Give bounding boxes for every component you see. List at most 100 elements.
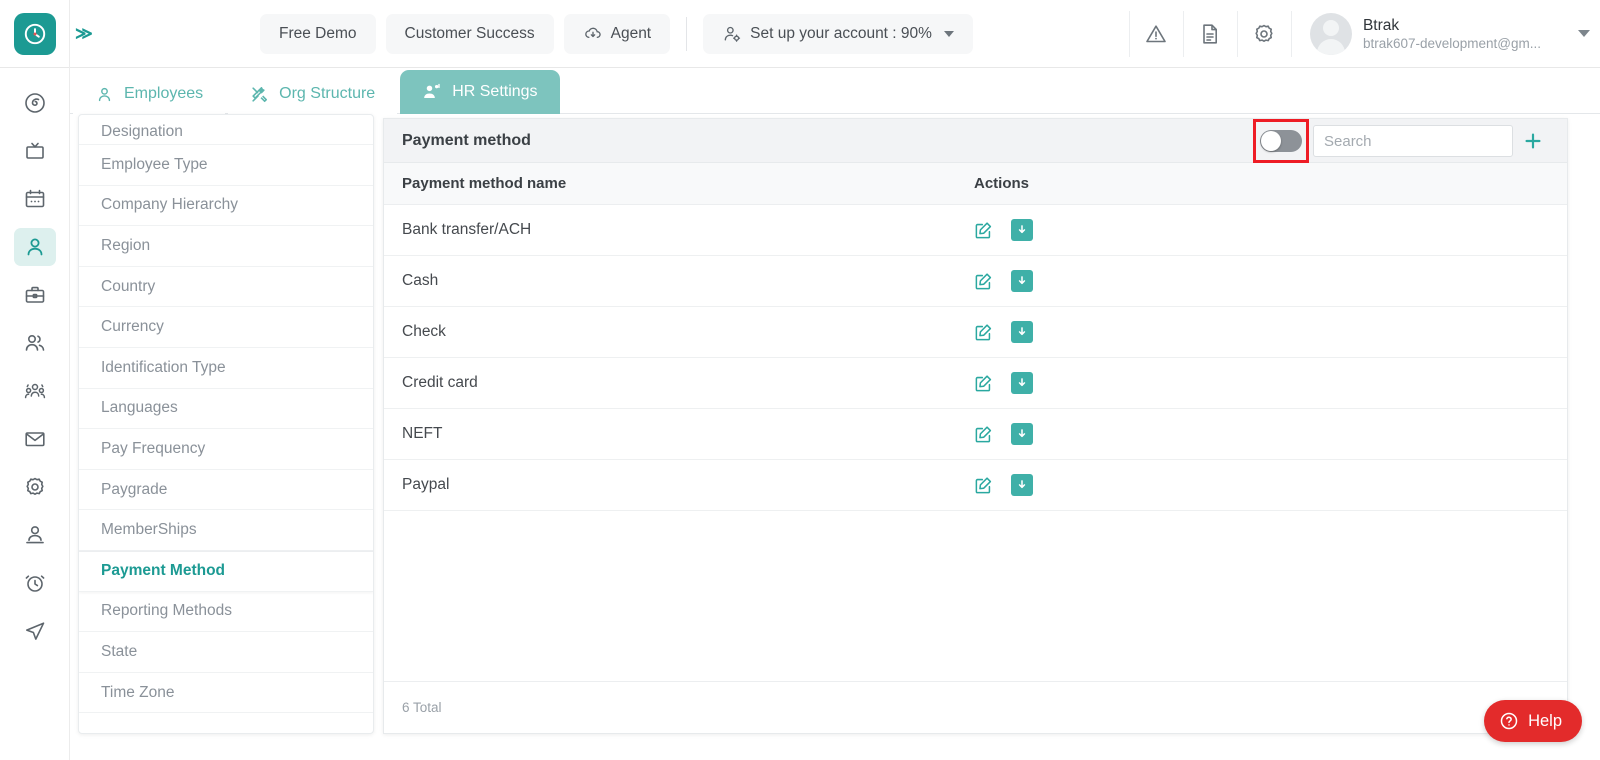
sidebar-item-alarm[interactable] xyxy=(14,564,56,602)
app-logo[interactable] xyxy=(0,0,70,68)
user-menu[interactable]: Btrak btrak607-development@gm... xyxy=(1290,10,1600,57)
tab-employees-label: Employees xyxy=(124,85,204,102)
settings-item-identification-type[interactable]: Identification Type xyxy=(79,348,373,389)
table-row[interactable]: NEFT xyxy=(384,409,1567,460)
panel-footer: 6 Total xyxy=(384,681,1567,733)
settings-item-label: Country xyxy=(101,277,156,295)
edit-icon[interactable] xyxy=(974,221,993,240)
sidebar-item-team[interactable] xyxy=(14,372,56,410)
account-setup-button[interactable]: Set up your account : 90% xyxy=(703,13,973,54)
people-settings-icon xyxy=(422,82,442,102)
settings-item-label: Time Zone xyxy=(101,683,175,701)
tab-org-structure-label: Org Structure xyxy=(279,85,376,102)
edit-icon[interactable] xyxy=(974,323,993,342)
edit-icon[interactable] xyxy=(974,272,993,291)
cell-actions xyxy=(974,219,1174,241)
sidebar-item-mail[interactable] xyxy=(14,420,56,458)
archive-download-icon[interactable] xyxy=(1011,321,1033,343)
sidebar-item-calendar[interactable] xyxy=(14,180,56,218)
toggle-track xyxy=(1260,130,1302,152)
table-row[interactable]: Cash xyxy=(384,256,1567,307)
toggle-knob xyxy=(1261,131,1281,151)
sidebar-item-tv[interactable] xyxy=(14,132,56,170)
cell-payment-method-name: NEFT xyxy=(402,425,443,442)
payment-method-table-body: Bank transfer/ACH Cash Check Credit card… xyxy=(384,205,1567,681)
tab-org-structure[interactable]: Org Structure xyxy=(228,74,398,114)
cell-actions xyxy=(974,321,1174,343)
avatar xyxy=(1309,12,1352,55)
header-center-actions: Free Demo Customer Success Agent Set up … xyxy=(104,13,1129,54)
search-input[interactable] xyxy=(1313,125,1513,157)
sidebar-item-employees[interactable] xyxy=(13,228,56,266)
settings-item-label: Identification Type xyxy=(101,358,226,376)
settings-item-memberships[interactable]: MemberShips xyxy=(79,510,373,551)
customer-success-label: Customer Success xyxy=(404,24,535,42)
add-payment-method-button[interactable] xyxy=(1513,119,1553,163)
top-header-bar: ≫ Free Demo Customer Success Agent Set u… xyxy=(0,0,1600,68)
chevron-down-icon xyxy=(943,30,954,37)
settings-item-company-hierarchy[interactable]: Company Hierarchy xyxy=(79,186,373,227)
active-inactive-toggle[interactable] xyxy=(1253,119,1309,163)
question-circle-icon xyxy=(1499,711,1519,731)
chevron-down-icon[interactable] xyxy=(1578,30,1590,37)
table-row[interactable]: Bank transfer/ACH xyxy=(384,205,1567,256)
settings-item-pay-frequency[interactable]: Pay Frequency xyxy=(79,429,373,470)
settings-item-languages[interactable]: Languages xyxy=(79,389,373,430)
tab-hr-settings[interactable]: HR Settings xyxy=(400,70,560,114)
payment-method-panel: Payment method Payment method name Actio… xyxy=(383,118,1568,734)
archive-download-icon[interactable] xyxy=(1011,474,1033,496)
header-divider xyxy=(686,16,688,51)
table-row[interactable]: Check xyxy=(384,307,1567,358)
settings-item-label: Company Hierarchy xyxy=(101,196,238,214)
edit-icon[interactable] xyxy=(974,476,993,495)
sidebar-item-send[interactable] xyxy=(14,612,56,650)
help-button[interactable]: Help xyxy=(1484,700,1582,742)
page-title: Payment method xyxy=(402,131,531,149)
cell-payment-method-name: Paypal xyxy=(402,476,450,493)
gear-icon[interactable] xyxy=(1236,10,1291,57)
left-icon-rail xyxy=(0,68,70,760)
user-email: btrak607-development@gm... xyxy=(1362,35,1541,51)
cloud-download-icon xyxy=(583,24,603,44)
archive-download-icon[interactable] xyxy=(1011,270,1033,292)
cell-payment-method-name: Check xyxy=(402,323,446,340)
sidebar-item-profile[interactable] xyxy=(14,516,56,554)
tab-hr-settings-label: HR Settings xyxy=(452,83,538,100)
user-gear-icon xyxy=(722,24,742,44)
agent-button[interactable]: Agent xyxy=(563,13,671,54)
panel-header: Payment method xyxy=(384,119,1567,163)
settings-item-employee-type[interactable]: Employee Type xyxy=(79,145,373,186)
tools-icon xyxy=(250,85,269,104)
tab-employees[interactable]: Employees xyxy=(73,74,226,114)
settings-item-reporting-methods[interactable]: Reporting Methods xyxy=(79,592,373,633)
settings-item-region[interactable]: Region xyxy=(79,226,373,267)
edit-icon[interactable] xyxy=(974,425,993,444)
document-icon[interactable] xyxy=(1182,10,1237,57)
column-header-name: Payment method name xyxy=(402,175,567,192)
sidebar-expand-icon[interactable]: ≫ xyxy=(70,24,104,44)
archive-download-icon[interactable] xyxy=(1011,219,1033,241)
edit-icon[interactable] xyxy=(974,374,993,393)
settings-item-label: Pay Frequency xyxy=(101,439,206,457)
table-header-row: Payment method name Actions xyxy=(384,163,1567,205)
account-setup-label: Set up your account : 90% xyxy=(750,24,932,42)
sidebar-item-dashboard[interactable] xyxy=(14,84,56,122)
settings-item-country[interactable]: Country xyxy=(79,267,373,308)
archive-download-icon[interactable] xyxy=(1011,423,1033,445)
settings-item-paygrade[interactable]: Paygrade xyxy=(79,470,373,511)
settings-item-state[interactable]: State xyxy=(79,632,373,673)
settings-item-currency[interactable]: Currency xyxy=(79,307,373,348)
sidebar-item-users[interactable] xyxy=(14,324,56,362)
warning-triangle-icon[interactable] xyxy=(1128,10,1183,57)
settings-item-time-zone[interactable]: Time Zone xyxy=(79,673,373,714)
sidebar-item-settings[interactable] xyxy=(14,468,56,506)
user-name: Btrak xyxy=(1362,16,1400,34)
archive-download-icon[interactable] xyxy=(1011,372,1033,394)
settings-item-payment-method[interactable]: Payment Method xyxy=(79,550,373,592)
table-row[interactable]: Credit card xyxy=(384,358,1567,409)
free-demo-button[interactable]: Free Demo xyxy=(260,13,376,54)
settings-item-designation[interactable]: Designation xyxy=(79,115,373,145)
sidebar-item-briefcase[interactable] xyxy=(14,276,56,314)
customer-success-button[interactable]: Customer Success xyxy=(385,13,554,54)
table-row[interactable]: Paypal xyxy=(384,460,1567,511)
